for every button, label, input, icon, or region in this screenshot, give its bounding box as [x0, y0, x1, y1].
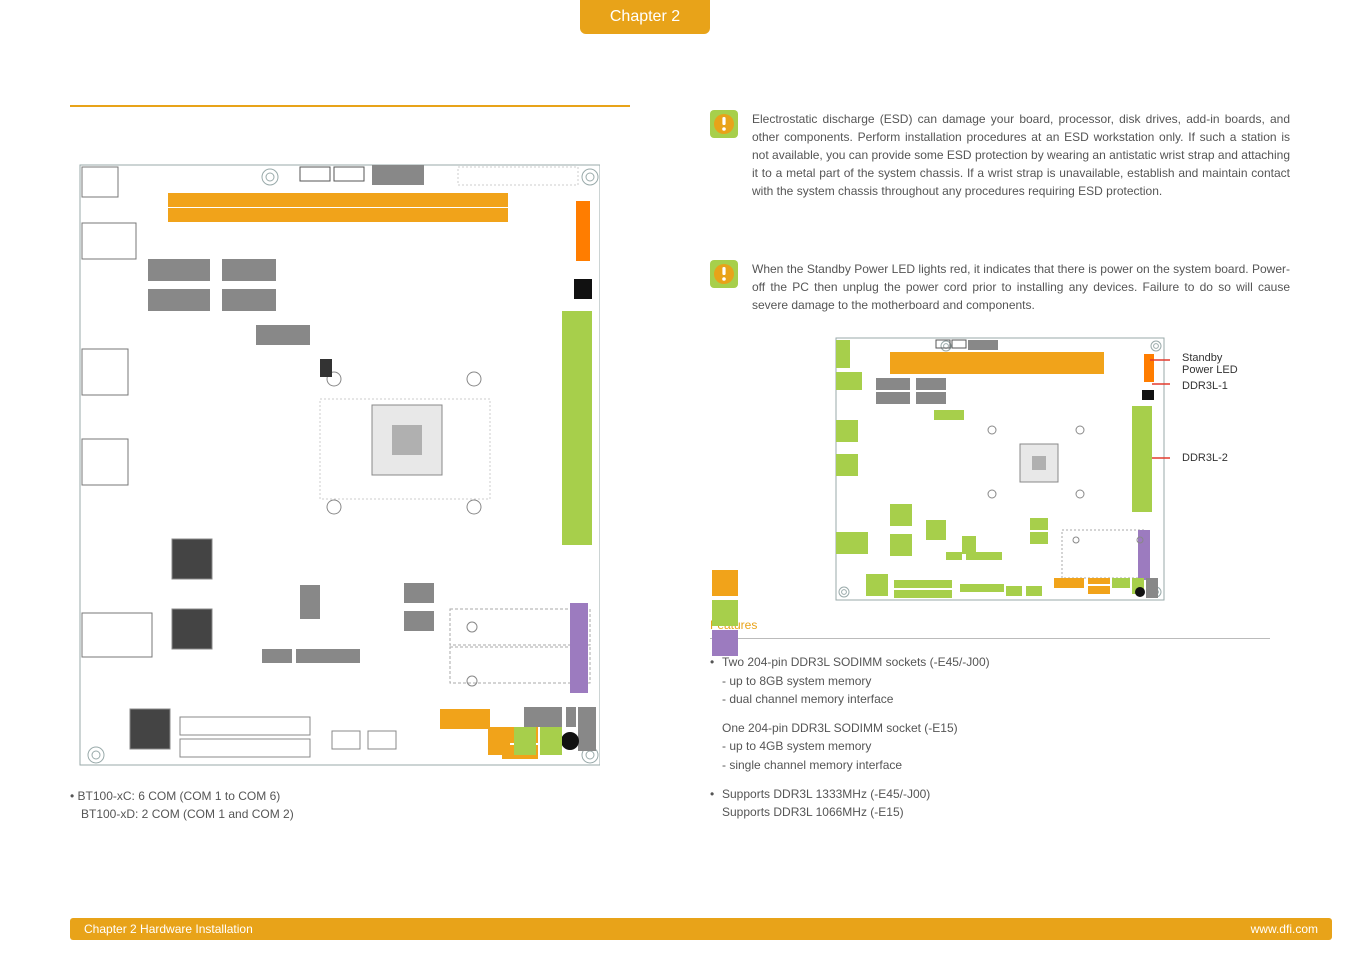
section-rule-left — [70, 105, 630, 107]
warning-icon — [710, 110, 738, 138]
standby-warning: When the Standby Power LED lights red, i… — [710, 260, 1290, 314]
right-column: Electrostatic discharge (ESD) can damage… — [710, 110, 1290, 832]
chapter-tab: Chapter 2 — [580, 0, 710, 34]
feature-3: Supports DDR3L 1333MHz (-E45/-J00) — [722, 785, 930, 804]
swatch-orange — [712, 570, 738, 596]
warning-icon — [710, 260, 738, 288]
features-rule — [710, 638, 1270, 639]
left-note-line2: BT100-xD: 2 COM (COM 1 and COM 2) — [81, 807, 294, 821]
feature-2: One 204-pin DDR3L SODIMM socket (-E15) — [710, 719, 1290, 738]
feature-2b: - single channel memory interface — [710, 756, 1290, 775]
left-note-line1: • BT100-xC: 6 COM (COM 1 to COM 6) — [70, 789, 280, 803]
label-ddr3l-1: DDR3L-1 — [1182, 380, 1228, 392]
features-heading: Features — [710, 618, 1290, 632]
feature-2a: - up to 4GB system memory — [710, 737, 1290, 756]
board-layout-small — [830, 334, 1170, 604]
swatch-purple — [712, 630, 738, 656]
footer-right: www.dfi.com — [1251, 922, 1318, 936]
feature-1: Two 204-pin DDR3L SODIMM sockets (-E45/-… — [722, 653, 990, 672]
feature-3a: Supports DDR3L 1066MHz (-E15) — [710, 803, 1290, 822]
feature-1a: - up to 8GB system memory — [710, 672, 1290, 691]
legend-swatches — [712, 570, 738, 656]
left-column: • BT100-xC: 6 COM (COM 1 to COM 6) BT100… — [70, 105, 670, 823]
swatch-green — [712, 600, 738, 626]
esd-warning: Electrostatic discharge (ESD) can damage… — [710, 110, 1290, 200]
standby-warning-text: When the Standby Power LED lights red, i… — [752, 260, 1290, 314]
left-note: • BT100-xC: 6 COM (COM 1 to COM 6) BT100… — [70, 787, 670, 823]
label-standby-led: Standby Power LED — [1182, 352, 1238, 376]
features-list: •Two 204-pin DDR3L SODIMM sockets (-E45/… — [710, 653, 1290, 822]
footer-left: Chapter 2 Hardware Installation — [84, 922, 253, 936]
feature-1b: - dual channel memory interface — [710, 690, 1290, 709]
label-ddr3l-2: DDR3L-2 — [1182, 452, 1228, 464]
board-layout-large — [70, 159, 600, 773]
footer-bar: Chapter 2 Hardware Installation www.dfi.… — [70, 918, 1332, 940]
esd-warning-text: Electrostatic discharge (ESD) can damage… — [752, 110, 1290, 200]
